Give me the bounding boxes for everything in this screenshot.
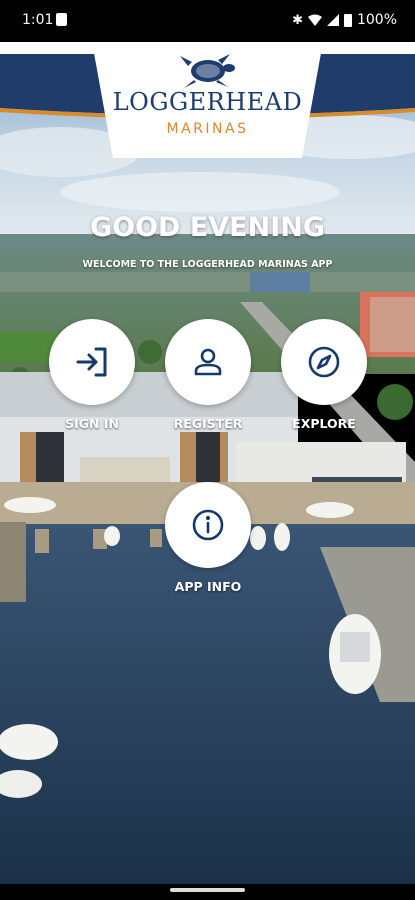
bluetooth-icon: ✱ xyxy=(292,12,303,28)
status-bar: 1:01 ✱ 100% xyxy=(0,0,415,42)
wifi-icon xyxy=(307,14,322,26)
info-icon xyxy=(192,509,224,541)
background-scene: LOGGERHEAD MARINAS GOOD EVENING WELCOME … xyxy=(0,42,415,884)
status-time: 1:01 xyxy=(22,12,54,28)
signal-icon xyxy=(326,14,339,26)
logo: LOGGERHEAD MARINAS xyxy=(92,42,323,158)
sim-card-icon xyxy=(56,13,67,26)
welcome-text: WELCOME TO THE LOGGERHEAD MARINAS APP xyxy=(82,259,333,270)
explore-button[interactable] xyxy=(281,319,367,405)
greeting: GOOD EVENING xyxy=(89,212,326,243)
battery-icon xyxy=(343,13,352,27)
battery-level: 100% xyxy=(356,12,397,28)
status-icons: ✱ 100% xyxy=(292,12,397,28)
sign-in-button[interactable] xyxy=(49,319,135,405)
navigation-bar xyxy=(0,884,415,900)
sea-turtle-icon xyxy=(180,54,235,88)
register-button[interactable] xyxy=(165,319,251,405)
person-icon xyxy=(194,348,222,376)
app-info-button[interactable] xyxy=(165,482,251,568)
home-gesture-handle[interactable] xyxy=(170,888,245,892)
app-info-label: APP INFO xyxy=(174,579,242,594)
sign-in-icon xyxy=(76,347,107,377)
register-label: REGISTER xyxy=(173,416,243,431)
sign-in-label: SIGN IN xyxy=(65,416,119,431)
explore-label: EXPLORE xyxy=(292,416,356,431)
logo-title: LOGGERHEAD xyxy=(112,88,303,116)
marina-aerial-image xyxy=(0,42,415,884)
compass-icon xyxy=(308,346,340,378)
logo-subtitle: MARINAS xyxy=(166,121,249,137)
